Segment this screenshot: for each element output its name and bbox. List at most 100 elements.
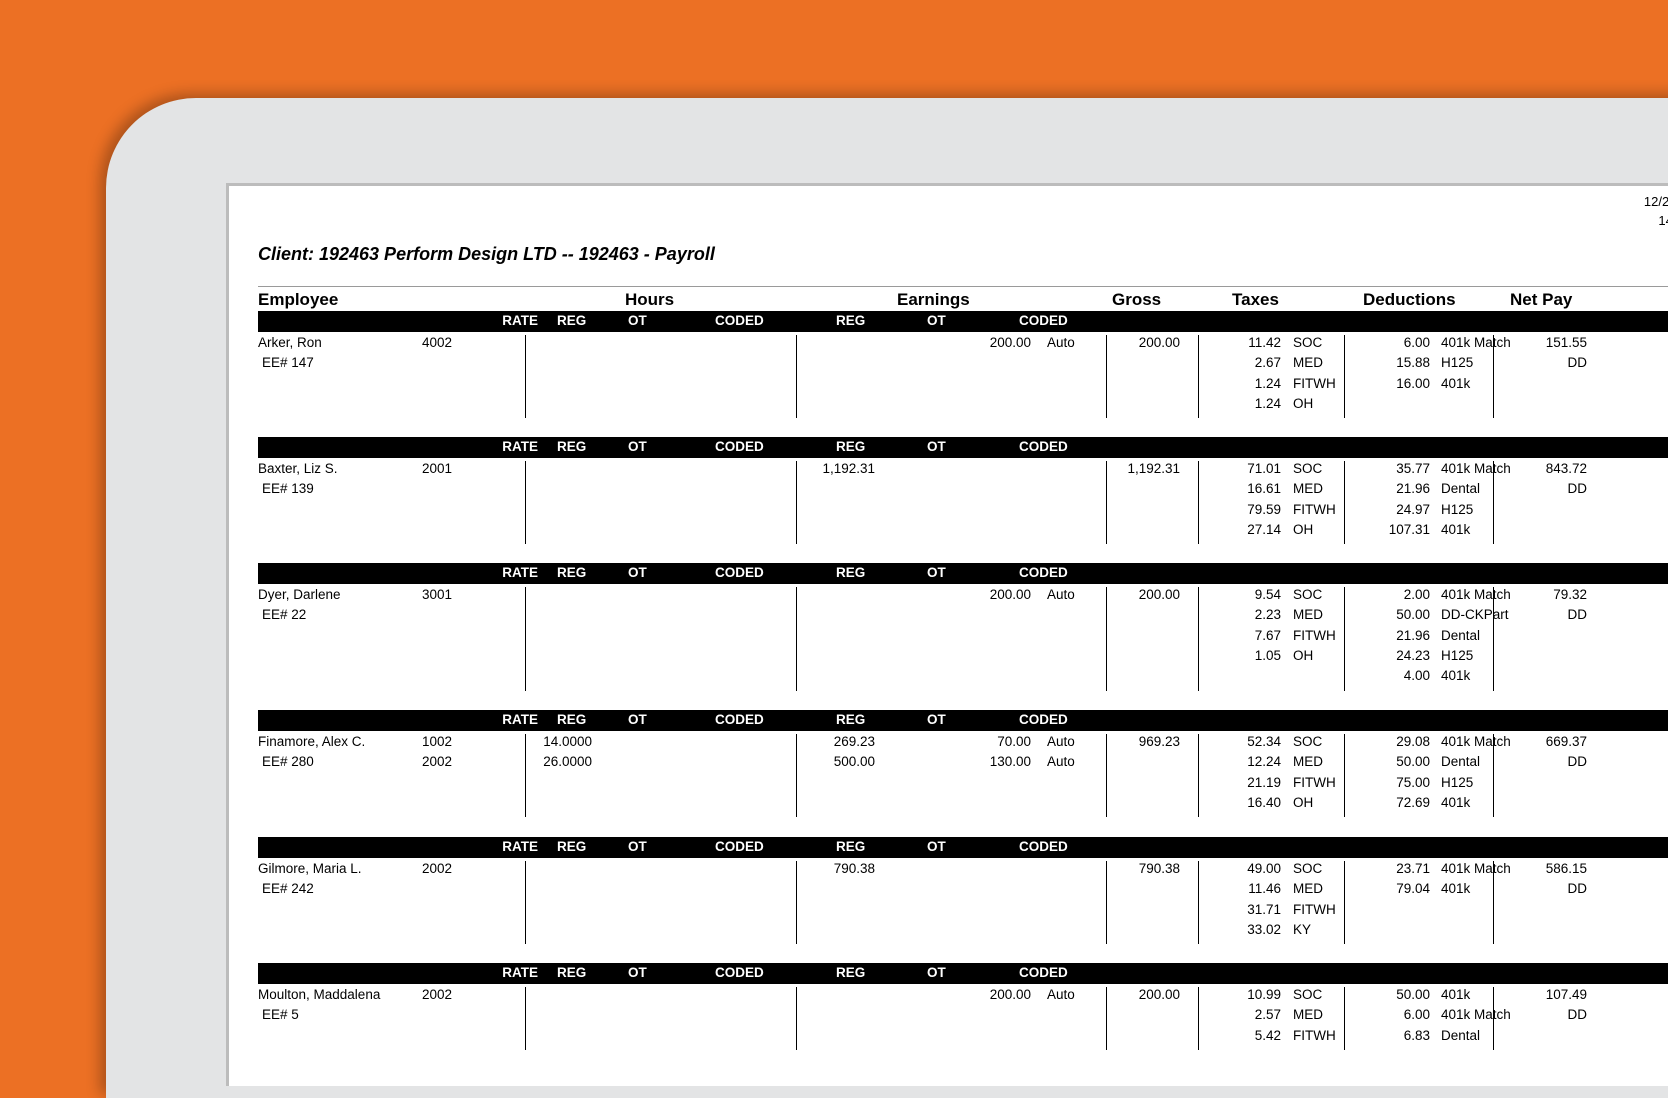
tax-amount: 9.54 (1254, 587, 1281, 602)
subheader-reg: REG (557, 565, 587, 580)
column-divider (1198, 987, 1199, 1050)
employee-block: RATE REG OT CODED REG OT CODED Finamore, Alex C… (229, 710, 1668, 818)
column-divider (525, 861, 526, 945)
deduction-amount: 29.08 (1396, 734, 1430, 749)
rate-code: 4002 (422, 335, 453, 350)
tax-code: OH (1293, 395, 1314, 411)
tax-code: KY (1293, 921, 1312, 937)
column-divider (1198, 461, 1199, 545)
net-pay-type: DD (1567, 355, 1588, 371)
deduction-code: 401k (1441, 794, 1471, 810)
tax-code: FITWH (1293, 1027, 1336, 1043)
column-divider (1344, 987, 1345, 1050)
subheader-reg: REG (557, 965, 587, 980)
rate-code: 3001 (422, 587, 453, 602)
tax-amount: 2.23 (1254, 607, 1281, 623)
employee-block: RATE REG OT CODED REG OT CODED Dyer, Darlene EE#… (229, 563, 1668, 691)
deduction-amount: 24.23 (1396, 647, 1430, 663)
subheader-coded: CODED (715, 712, 764, 727)
subheader-ot: OT (628, 839, 647, 854)
gross-value: 790.38 (1138, 861, 1180, 876)
column-divider (1344, 335, 1345, 419)
earnings-coded-code: Auto (1047, 734, 1075, 749)
earnings-coded-value: 70.00 (997, 734, 1031, 749)
column-gross: Gross (1112, 290, 1162, 309)
hours-reg-value: 26.0000 (543, 754, 592, 770)
deduction-code: 401k (1441, 987, 1471, 1002)
gross-value: 200.00 (1138, 335, 1180, 350)
employee-block: RATE REG OT CODED REG OT CODED Moulton, Maddale… (229, 963, 1668, 1050)
rate-code: 1002 (422, 734, 453, 749)
subheader-ot: OT (927, 439, 946, 454)
deduction-amount: 15.88 (1396, 355, 1430, 371)
column-divider (1493, 587, 1494, 691)
tax-amount: 21.19 (1247, 774, 1281, 790)
deduction-amount: 107.31 (1388, 521, 1430, 537)
tax-amount: 7.67 (1254, 627, 1281, 643)
rate-code: 2001 (422, 461, 453, 476)
deduction-amount: 79.04 (1396, 881, 1430, 897)
earnings-coded-value: 200.00 (989, 987, 1031, 1002)
tax-code: MED (1293, 754, 1323, 770)
subheader-coded: CODED (1019, 712, 1068, 727)
column-divider (1344, 461, 1345, 545)
subheader-ot: OT (628, 313, 647, 328)
tax-code: MED (1293, 881, 1323, 897)
employee-number: EE# 147 (262, 355, 314, 371)
deduction-code: H125 (1441, 647, 1474, 663)
tax-code: FITWH (1293, 901, 1336, 917)
net-pay-value: 79.32 (1553, 587, 1587, 602)
gross-value: 200.00 (1138, 987, 1180, 1002)
employee-block: RATE REG OT CODED REG OT CODED Gilmore, Maria L… (229, 837, 1668, 945)
column-divider (525, 734, 526, 818)
tax-amount: 10.99 (1247, 987, 1281, 1002)
earnings-coded-value: 200.00 (989, 335, 1031, 350)
subheader-reg: REG (836, 565, 866, 580)
column-divider (525, 987, 526, 1050)
earnings-coded-value: 200.00 (989, 587, 1031, 602)
subheader-ot: OT (927, 839, 946, 854)
deduction-code: H125 (1441, 355, 1474, 371)
deduction-code: 401k (1441, 521, 1471, 537)
column-divider (1198, 587, 1199, 691)
employee-block: RATE REG OT CODED REG OT CODED Baxter, Liz S. EE… (229, 437, 1668, 545)
subheader-reg: REG (836, 439, 866, 454)
subheader-reg: REG (557, 712, 587, 727)
net-pay-type: DD (1567, 481, 1588, 497)
earnings-coded-code: Auto (1047, 335, 1075, 350)
deduction-amount: 50.00 (1396, 754, 1430, 770)
deduction-amount: 21.96 (1396, 627, 1430, 643)
payroll-report-sheet: 12/21/2020 14.47.02 Client: 192463 Perfo… (226, 183, 1668, 1086)
earnings-coded-code: Auto (1047, 587, 1075, 602)
net-pay-value: 669.37 (1545, 734, 1587, 749)
column-subheader-bar: RATE REG OT CODED REG OT CODED (258, 963, 1668, 984)
subheader-rate: RATE (502, 439, 538, 454)
subheader-rate: RATE (502, 712, 538, 727)
column-divider (1198, 734, 1199, 818)
report-date: 12/21/2020 (1643, 194, 1668, 209)
employee-name: Baxter, Liz S. (258, 461, 338, 476)
subheader-reg: REG (557, 839, 587, 854)
subheader-coded: CODED (715, 439, 764, 454)
earnings-coded-value: 130.00 (989, 754, 1031, 770)
column-subheader-bar: RATE REG OT CODED REG OT CODED (258, 563, 1668, 584)
gross-value: 969.23 (1138, 734, 1180, 749)
column-subheader-bar: RATE REG OT CODED REG OT CODED (258, 311, 1668, 332)
column-divider (1198, 861, 1199, 945)
subheader-rate: RATE (502, 839, 538, 854)
subheader-coded: CODED (715, 565, 764, 580)
deduction-amount: 50.00 (1396, 987, 1430, 1002)
rate-code: 2002 (422, 987, 453, 1002)
net-pay-value: 151.55 (1545, 335, 1587, 350)
earnings-coded-code: Auto (1047, 987, 1075, 1002)
net-pay-value: 843.72 (1545, 461, 1587, 476)
earnings-reg-value: 269.23 (833, 734, 875, 749)
subheader-coded: CODED (715, 839, 764, 854)
tax-code: SOC (1293, 987, 1323, 1002)
net-pay-type: DD (1567, 881, 1588, 897)
earnings-reg-value: 790.38 (833, 861, 875, 876)
subheader-coded: CODED (715, 965, 764, 980)
deduction-amount: 6.00 (1403, 1007, 1430, 1023)
column-divider (525, 461, 526, 545)
deduction-code: H125 (1441, 774, 1474, 790)
